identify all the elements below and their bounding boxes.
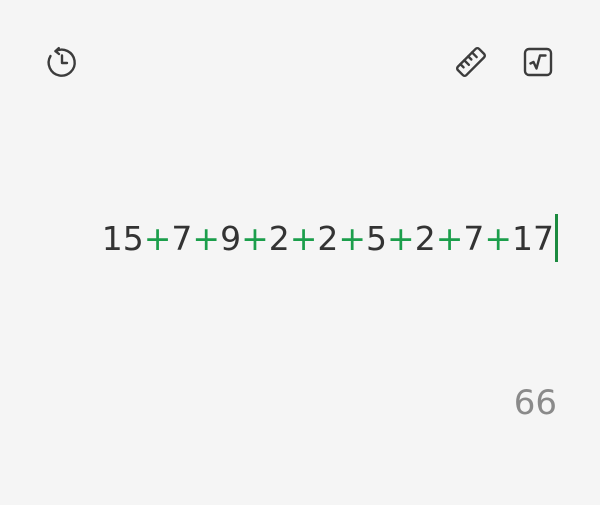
expression-input[interactable]: 15+7+9+2+2+5+2+7+17 (102, 214, 558, 262)
operand-number: 2 (414, 218, 436, 258)
operand-number: 15 (101, 218, 144, 258)
ruler-icon (452, 43, 490, 81)
expression-text: 15+7+9+2+2+5+2+7+17 (102, 219, 554, 258)
square-root-icon (521, 45, 555, 79)
operator-plus: + (435, 218, 464, 258)
operator-plus: + (484, 218, 512, 258)
text-cursor (555, 214, 558, 262)
operator-plus: + (387, 218, 415, 258)
operand-number: 5 (366, 218, 388, 258)
operator-plus: + (338, 218, 367, 258)
operand-number: 7 (171, 218, 193, 258)
operand-number: 2 (268, 218, 290, 258)
scientific-mode-button[interactable] (516, 40, 560, 84)
unit-converter-button[interactable] (449, 40, 493, 84)
operator-plus: + (241, 218, 269, 258)
result-preview: 66 (513, 383, 557, 423)
history-icon (45, 45, 79, 79)
operand-number: 2 (317, 218, 339, 258)
operator-plus: + (192, 218, 221, 258)
operator-plus: + (143, 218, 172, 258)
operand-number: 7 (463, 218, 485, 258)
operand-number: 17 (512, 218, 554, 258)
operand-number: 9 (220, 218, 242, 258)
history-button[interactable] (40, 40, 84, 84)
operator-plus: + (289, 218, 318, 258)
